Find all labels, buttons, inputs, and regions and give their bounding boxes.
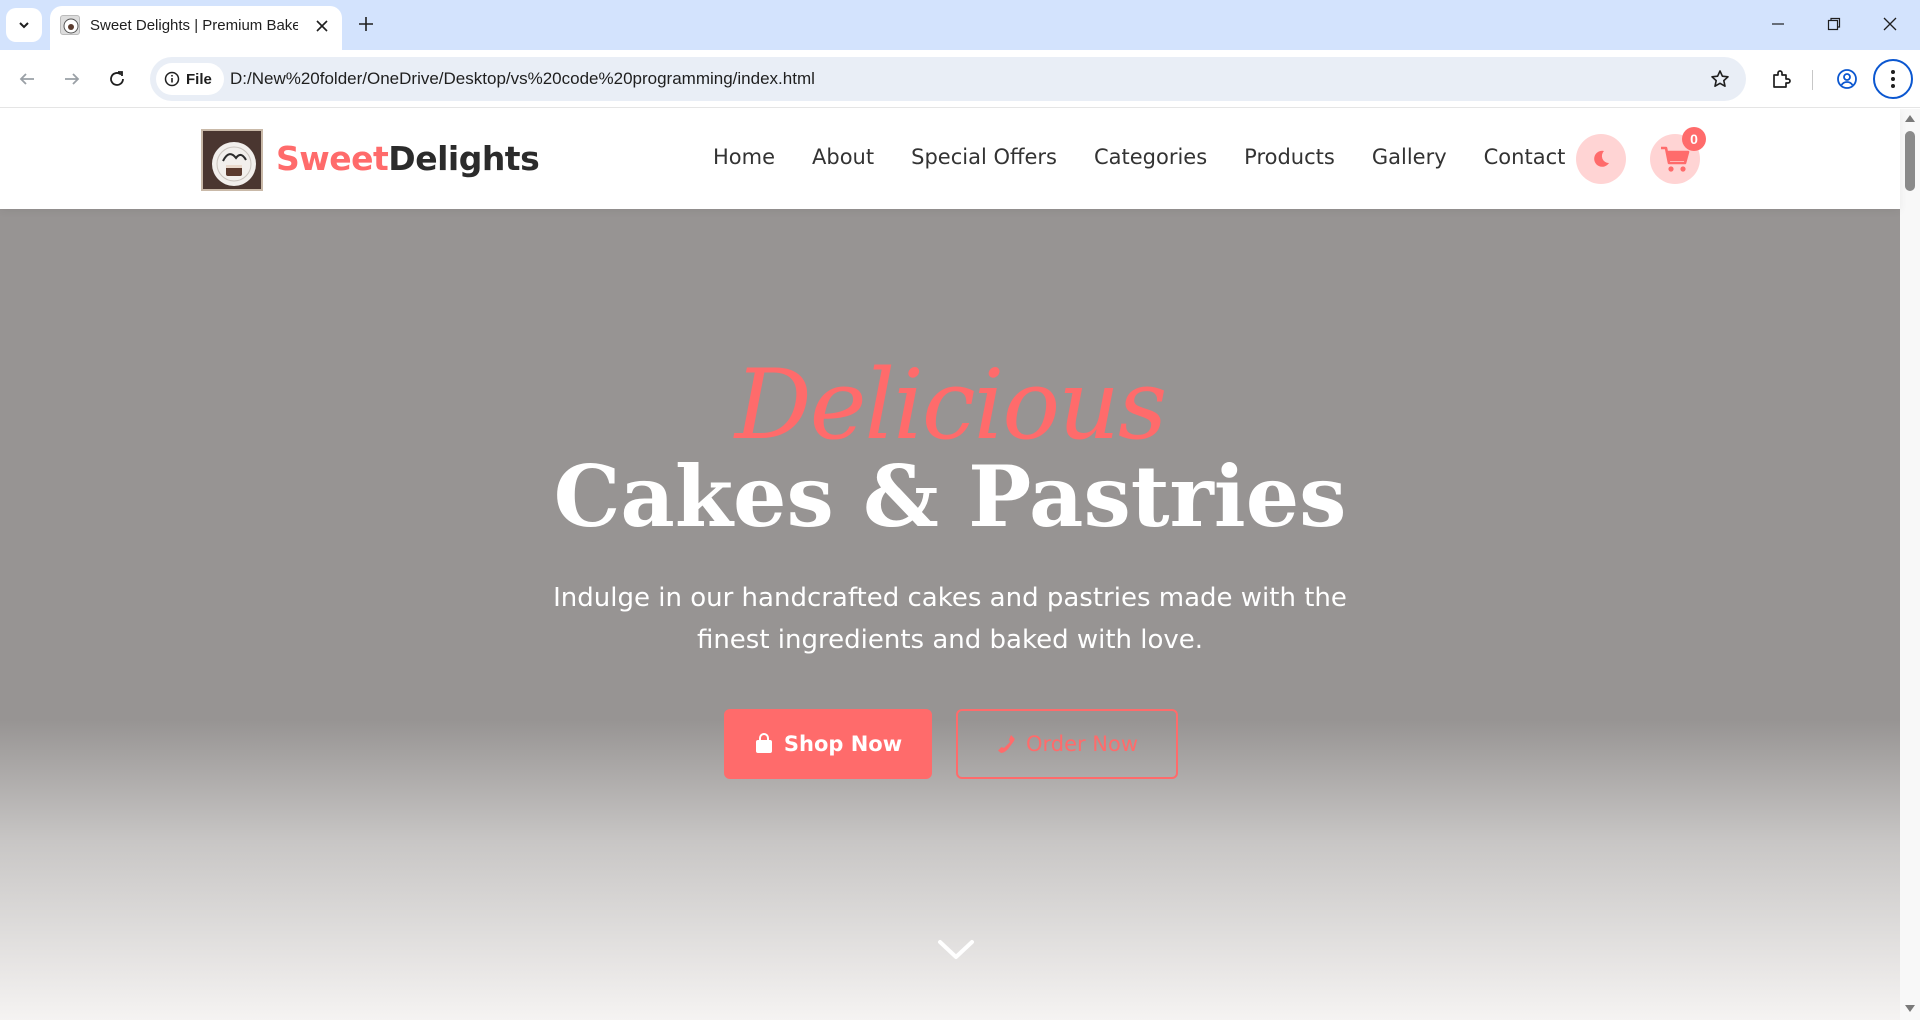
plus-icon <box>359 17 373 31</box>
close-window-button[interactable] <box>1862 6 1918 42</box>
browser-tab-strip: Sweet Delights | Premium Bakery <box>0 0 1920 50</box>
tab-list-button[interactable] <box>6 8 42 42</box>
moon-icon <box>1594 150 1609 167</box>
chevron-down-icon <box>938 940 974 959</box>
forward-button[interactable] <box>54 61 90 97</box>
theme-toggle-button[interactable] <box>1576 134 1626 184</box>
restore-icon <box>1827 17 1841 31</box>
order-now-button[interactable]: Order Now <box>956 709 1178 779</box>
hero-title: Cakes & Pastries <box>553 447 1347 546</box>
bag-icon <box>755 733 772 753</box>
url-text[interactable]: D:/New%20folder/OneDrive/Desktop/vs%20co… <box>230 69 815 89</box>
nav-about[interactable]: About <box>812 145 874 169</box>
star-icon <box>1711 70 1729 87</box>
profile-button[interactable] <box>1829 61 1865 97</box>
cart-icon <box>1661 146 1690 172</box>
phone-icon <box>997 735 1015 753</box>
scroll-down-button[interactable] <box>934 933 978 967</box>
nav-home[interactable]: Home <box>713 145 775 169</box>
logo-image[interactable] <box>201 129 263 191</box>
new-tab-button[interactable] <box>352 10 380 38</box>
extensions-icon <box>1773 70 1791 88</box>
logo-accent: Sweet <box>276 139 389 178</box>
logo-rest: Delights <box>388 139 540 178</box>
cart-count-badge: 0 <box>1682 127 1706 151</box>
reload-icon <box>110 71 124 86</box>
shop-now-button[interactable]: Shop Now <box>724 709 932 779</box>
reload-button[interactable] <box>99 61 135 97</box>
shop-now-label: Shop Now <box>783 732 903 756</box>
scroll-down-arrow[interactable] <box>1905 1004 1915 1014</box>
page-scrollbar[interactable] <box>1900 109 1920 1020</box>
close-icon <box>316 20 328 32</box>
page-viewport: SweetDelights Home About Special Offers … <box>0 109 1920 1020</box>
hero-script-heading: Delicious <box>734 349 1168 461</box>
hero-subtitle: Indulge in our handcrafted cakes and pas… <box>553 583 1347 655</box>
chip-label: File <box>186 70 212 88</box>
bookmark-button[interactable] <box>1708 67 1732 91</box>
close-icon <box>1883 17 1897 31</box>
profile-icon <box>1837 69 1857 89</box>
address-bar[interactable]: File D:/New%20folder/OneDrive/Desktop/vs… <box>150 57 1746 101</box>
toolbar-separator <box>1812 70 1813 90</box>
nav-special-offers[interactable]: Special Offers <box>911 145 1057 169</box>
tab-list-icon <box>19 22 29 29</box>
site-info-chip[interactable]: File <box>156 63 224 95</box>
tab-title: Sweet Delights | Premium Bakery <box>90 17 298 34</box>
main-nav: Home About Special Offers Categories Pro… <box>713 145 1565 169</box>
nav-categories[interactable]: Categories <box>1094 145 1207 169</box>
scrollbar-thumb[interactable] <box>1905 131 1915 191</box>
minimize-icon <box>1772 23 1784 25</box>
site-logo-text[interactable]: SweetDelights <box>276 139 540 178</box>
back-icon <box>19 73 34 85</box>
nav-contact[interactable]: Contact <box>1484 145 1566 169</box>
nav-products[interactable]: Products <box>1244 145 1335 169</box>
extensions-button[interactable] <box>1763 61 1799 97</box>
more-icon <box>1891 70 1895 88</box>
restore-button[interactable] <box>1806 6 1862 42</box>
back-button[interactable] <box>9 61 45 97</box>
browser-tab[interactable]: Sweet Delights | Premium Bakery <box>50 6 342 50</box>
info-icon <box>164 71 180 87</box>
tab-favicon <box>60 15 80 35</box>
tab-close-button[interactable] <box>312 16 332 36</box>
order-now-label: Order Now <box>1025 732 1139 756</box>
site-header: SweetDelights Home About Special Offers … <box>0 109 1900 209</box>
scroll-up-arrow[interactable] <box>1905 113 1915 123</box>
menu-button[interactable] <box>1873 59 1913 99</box>
browser-toolbar: File D:/New%20folder/OneDrive/Desktop/vs… <box>0 50 1920 108</box>
forward-icon <box>65 73 80 85</box>
minimize-button[interactable] <box>1750 6 1806 42</box>
hero-section: Delicious Cakes & Pastries Indulge in ou… <box>0 209 1900 1020</box>
nav-gallery[interactable]: Gallery <box>1372 145 1447 169</box>
